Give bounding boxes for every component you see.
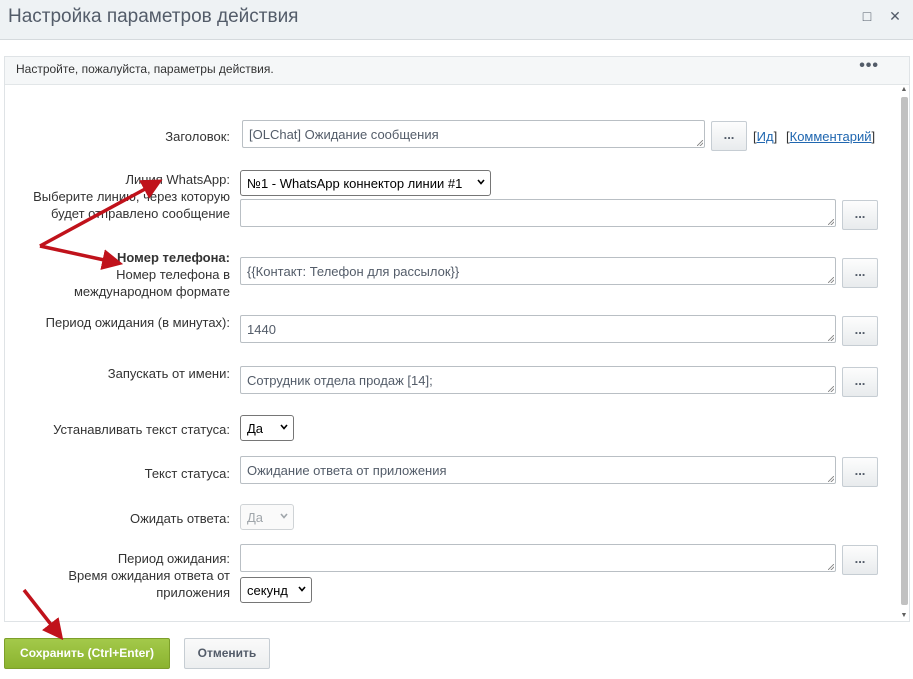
await-reply-label: Ожидать ответа: xyxy=(129,511,230,526)
line-dots-button[interactable]: ... xyxy=(842,200,878,230)
phone-input[interactable]: {{Контакт: Телефон для рассылок}} xyxy=(240,257,836,285)
wait-period-desc-1: Время ожидания ответа от xyxy=(68,568,230,583)
phone-dots-button[interactable]: ... xyxy=(842,258,878,288)
id-link-wrap: [Ид] xyxy=(753,129,778,144)
scroll-up-icon[interactable]: ▲ xyxy=(899,85,909,95)
title-label: Заголовок: xyxy=(165,129,230,144)
wait-period-dots-button[interactable]: ... xyxy=(842,545,878,575)
chevron-down-icon xyxy=(477,179,485,185)
line-extra-input[interactable] xyxy=(240,199,836,227)
await-reply-select: Да xyxy=(240,504,294,530)
panel-header: Настройте, пожалуйста, параметры действи… xyxy=(5,57,909,85)
scrollbar[interactable]: ▲ ▼ xyxy=(899,85,909,621)
whatsapp-line-value: №1 - WhatsApp коннектор линии #1 xyxy=(247,176,463,191)
panel-hint: Настройте, пожалуйста, параметры действи… xyxy=(16,62,274,76)
save-button[interactable]: Сохранить (Ctrl+Enter) xyxy=(4,638,170,669)
set-status-select[interactable]: Да xyxy=(240,415,294,441)
run-as-input[interactable]: Сотрудник отдела продаж [14]; xyxy=(240,366,836,394)
maximize-icon[interactable]: □ xyxy=(858,7,876,25)
line-desc-2: будет отправлено сообщение xyxy=(50,206,230,221)
wait-minutes-input[interactable]: 1440 xyxy=(240,315,836,343)
title-input[interactable]: [OLChat] Ожидание сообщения xyxy=(242,120,705,148)
set-status-value: Да xyxy=(247,421,264,436)
phone-label-wrap: Номер телефона: xyxy=(117,249,230,266)
chevron-down-icon xyxy=(298,586,306,592)
status-text-dots-button[interactable]: ... xyxy=(842,457,878,487)
id-link[interactable]: Ид xyxy=(757,129,774,144)
run-as-dots-button[interactable]: ... xyxy=(842,367,878,397)
wait-period-label: Период ожидания: xyxy=(117,551,230,566)
wait-minutes-label: Период ожидания (в минутах): xyxy=(45,315,230,330)
wait-period-desc-2: приложения xyxy=(156,585,230,600)
close-icon[interactable]: ✕ xyxy=(886,7,904,25)
phone-label: Номер телефона: xyxy=(116,250,230,265)
phone-desc-1: Номер телефона в xyxy=(116,267,230,282)
line-desc-1: Выберите линию, через которую xyxy=(33,189,230,204)
window-title: Настройка параметров действия xyxy=(8,6,299,27)
wait-period-input[interactable] xyxy=(240,544,836,572)
comment-link[interactable]: Комментарий xyxy=(790,129,872,144)
set-status-label: Устанавливать текст статуса: xyxy=(53,422,230,437)
run-as-label: Запускать от имени: xyxy=(107,366,230,381)
title-dots-button[interactable]: ... xyxy=(711,121,747,151)
window-titlebar: Настройка параметров действия □ ✕ xyxy=(0,0,913,40)
wait-period-unit-value: секунд xyxy=(247,583,288,598)
wait-minutes-dots-button[interactable]: ... xyxy=(842,316,878,346)
wait-period-unit-select[interactable]: секунд xyxy=(240,577,312,603)
scrollbar-thumb[interactable] xyxy=(901,97,908,605)
comment-link-wrap: [Комментарий] xyxy=(786,129,876,144)
chevron-down-icon xyxy=(280,513,288,519)
chevron-down-icon xyxy=(280,424,288,430)
phone-desc-2: международном формате xyxy=(73,284,230,299)
status-text-label: Текст статуса: xyxy=(144,466,230,481)
more-icon[interactable]: ••• xyxy=(859,57,879,75)
whatsapp-line-select[interactable]: №1 - WhatsApp коннектор линии #1 xyxy=(240,170,491,196)
await-reply-value: Да xyxy=(247,510,264,525)
line-label: Линия WhatsApp: xyxy=(125,172,230,187)
cancel-button[interactable]: Отменить xyxy=(184,638,270,669)
scroll-down-icon[interactable]: ▼ xyxy=(899,611,909,621)
status-text-input[interactable]: Ожидание ответа от приложения xyxy=(240,456,836,484)
